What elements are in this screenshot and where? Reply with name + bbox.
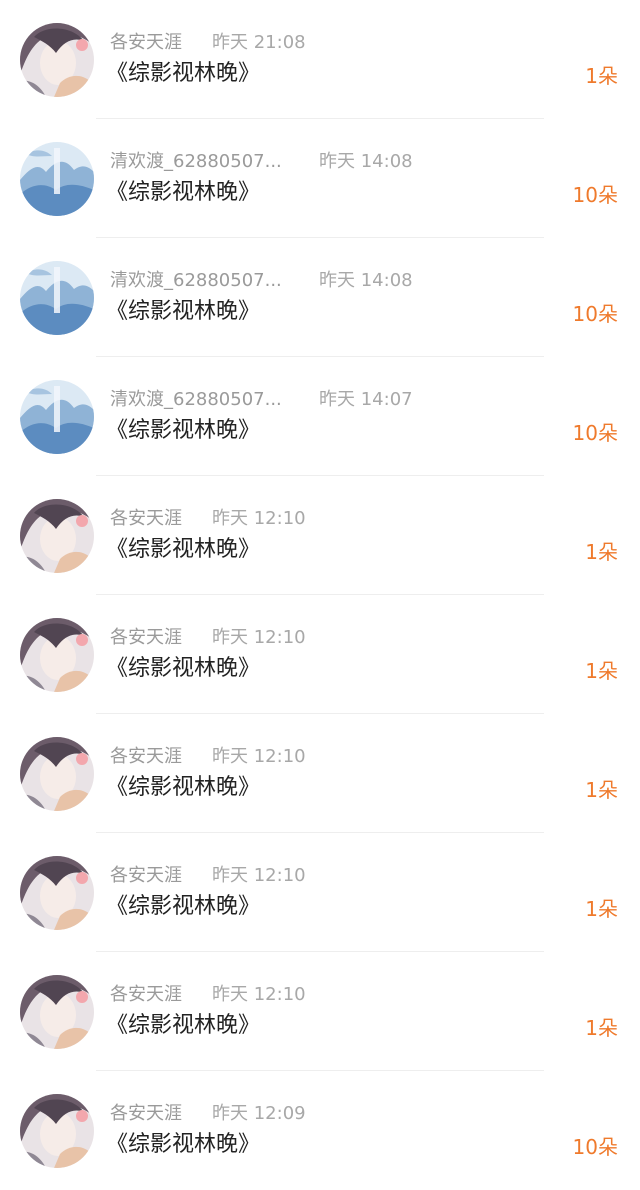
- blue-landscape-avatar-icon: [20, 142, 94, 216]
- user-avatar[interactable]: [20, 737, 94, 811]
- anime-girl-avatar-icon: [20, 1094, 94, 1168]
- gift-count: 1朵: [585, 897, 618, 921]
- anime-girl-avatar-icon: [20, 618, 94, 692]
- sender-name[interactable]: 各安天涯: [110, 746, 182, 768]
- gift-count: 1朵: [585, 540, 618, 564]
- gift-count: 10朵: [572, 183, 618, 207]
- gift-count: 1朵: [585, 659, 618, 683]
- send-time: 昨天 14:07: [319, 389, 413, 410]
- book-title[interactable]: 《综影视林晚》: [106, 1131, 260, 1159]
- send-time: 昨天 12:10: [212, 627, 306, 648]
- list-item[interactable]: 清欢渡_62880507... 昨天 14:07 《综影视林晚》 10朵: [0, 357, 640, 476]
- send-time: 昨天 12:10: [212, 865, 306, 886]
- book-title[interactable]: 《综影视林晚》: [106, 298, 260, 326]
- gift-count: 10朵: [572, 1135, 618, 1159]
- list-item[interactable]: 各安天涯 昨天 12:10 《综影视林晚》 1朵: [0, 476, 640, 595]
- send-time: 昨天 14:08: [319, 151, 413, 172]
- list-item[interactable]: 各安天涯 昨天 21:08 《综影视林晚》 1朵: [0, 0, 640, 119]
- book-title[interactable]: 《综影视林晚》: [106, 893, 260, 921]
- blue-landscape-avatar-icon: [20, 261, 94, 335]
- send-time: 昨天 12:10: [212, 508, 306, 529]
- gift-record-list: 各安天涯 昨天 21:08 《综影视林晚》 1朵 清欢渡_62880507...…: [0, 0, 640, 1190]
- book-title[interactable]: 《综影视林晚》: [106, 417, 260, 445]
- list-item[interactable]: 各安天涯 昨天 12:10 《综影视林晚》 1朵: [0, 952, 640, 1071]
- send-time: 昨天 12:10: [212, 746, 306, 767]
- user-avatar[interactable]: [20, 23, 94, 97]
- book-title[interactable]: 《综影视林晚》: [106, 60, 260, 88]
- sender-name[interactable]: 各安天涯: [110, 865, 182, 887]
- user-avatar[interactable]: [20, 975, 94, 1049]
- send-time: 昨天 12:09: [212, 1103, 306, 1124]
- sender-name[interactable]: 各安天涯: [110, 32, 182, 54]
- list-item[interactable]: 各安天涯 昨天 12:10 《综影视林晚》 1朵: [0, 714, 640, 833]
- gift-count: 1朵: [585, 778, 618, 802]
- send-time: 昨天 12:10: [212, 984, 306, 1005]
- sender-name[interactable]: 各安天涯: [110, 1103, 182, 1125]
- anime-girl-avatar-icon: [20, 975, 94, 1049]
- anime-girl-avatar-icon: [20, 856, 94, 930]
- sender-name[interactable]: 清欢渡_62880507...: [110, 270, 282, 292]
- book-title[interactable]: 《综影视林晚》: [106, 179, 260, 207]
- user-avatar[interactable]: [20, 856, 94, 930]
- anime-girl-avatar-icon: [20, 499, 94, 573]
- list-item[interactable]: 清欢渡_62880507... 昨天 14:08 《综影视林晚》 10朵: [0, 119, 640, 238]
- book-title[interactable]: 《综影视林晚》: [106, 536, 260, 564]
- gift-count: 1朵: [585, 1016, 618, 1040]
- sender-name[interactable]: 各安天涯: [110, 508, 182, 530]
- book-title[interactable]: 《综影视林晚》: [106, 774, 260, 802]
- user-avatar[interactable]: [20, 618, 94, 692]
- user-avatar[interactable]: [20, 499, 94, 573]
- sender-name[interactable]: 清欢渡_62880507...: [110, 389, 282, 411]
- user-avatar[interactable]: [20, 142, 94, 216]
- user-avatar[interactable]: [20, 1094, 94, 1168]
- anime-girl-avatar-icon: [20, 737, 94, 811]
- gift-count: 10朵: [572, 302, 618, 326]
- gift-count: 10朵: [572, 421, 618, 445]
- user-avatar[interactable]: [20, 261, 94, 335]
- book-title[interactable]: 《综影视林晚》: [106, 1012, 260, 1040]
- sender-name[interactable]: 清欢渡_62880507...: [110, 151, 282, 173]
- anime-girl-avatar-icon: [20, 23, 94, 97]
- list-item[interactable]: 清欢渡_62880507... 昨天 14:08 《综影视林晚》 10朵: [0, 238, 640, 357]
- sender-name[interactable]: 各安天涯: [110, 627, 182, 649]
- send-time: 昨天 14:08: [319, 270, 413, 291]
- send-time: 昨天 21:08: [212, 32, 306, 53]
- user-avatar[interactable]: [20, 380, 94, 454]
- sender-name[interactable]: 各安天涯: [110, 984, 182, 1006]
- gift-count: 1朵: [585, 64, 618, 88]
- list-item[interactable]: 各安天涯 昨天 12:09 《综影视林晚》 10朵: [0, 1071, 640, 1190]
- list-item[interactable]: 各安天涯 昨天 12:10 《综影视林晚》 1朵: [0, 595, 640, 714]
- blue-landscape-avatar-icon: [20, 380, 94, 454]
- list-item[interactable]: 各安天涯 昨天 12:10 《综影视林晚》 1朵: [0, 833, 640, 952]
- book-title[interactable]: 《综影视林晚》: [106, 655, 260, 683]
